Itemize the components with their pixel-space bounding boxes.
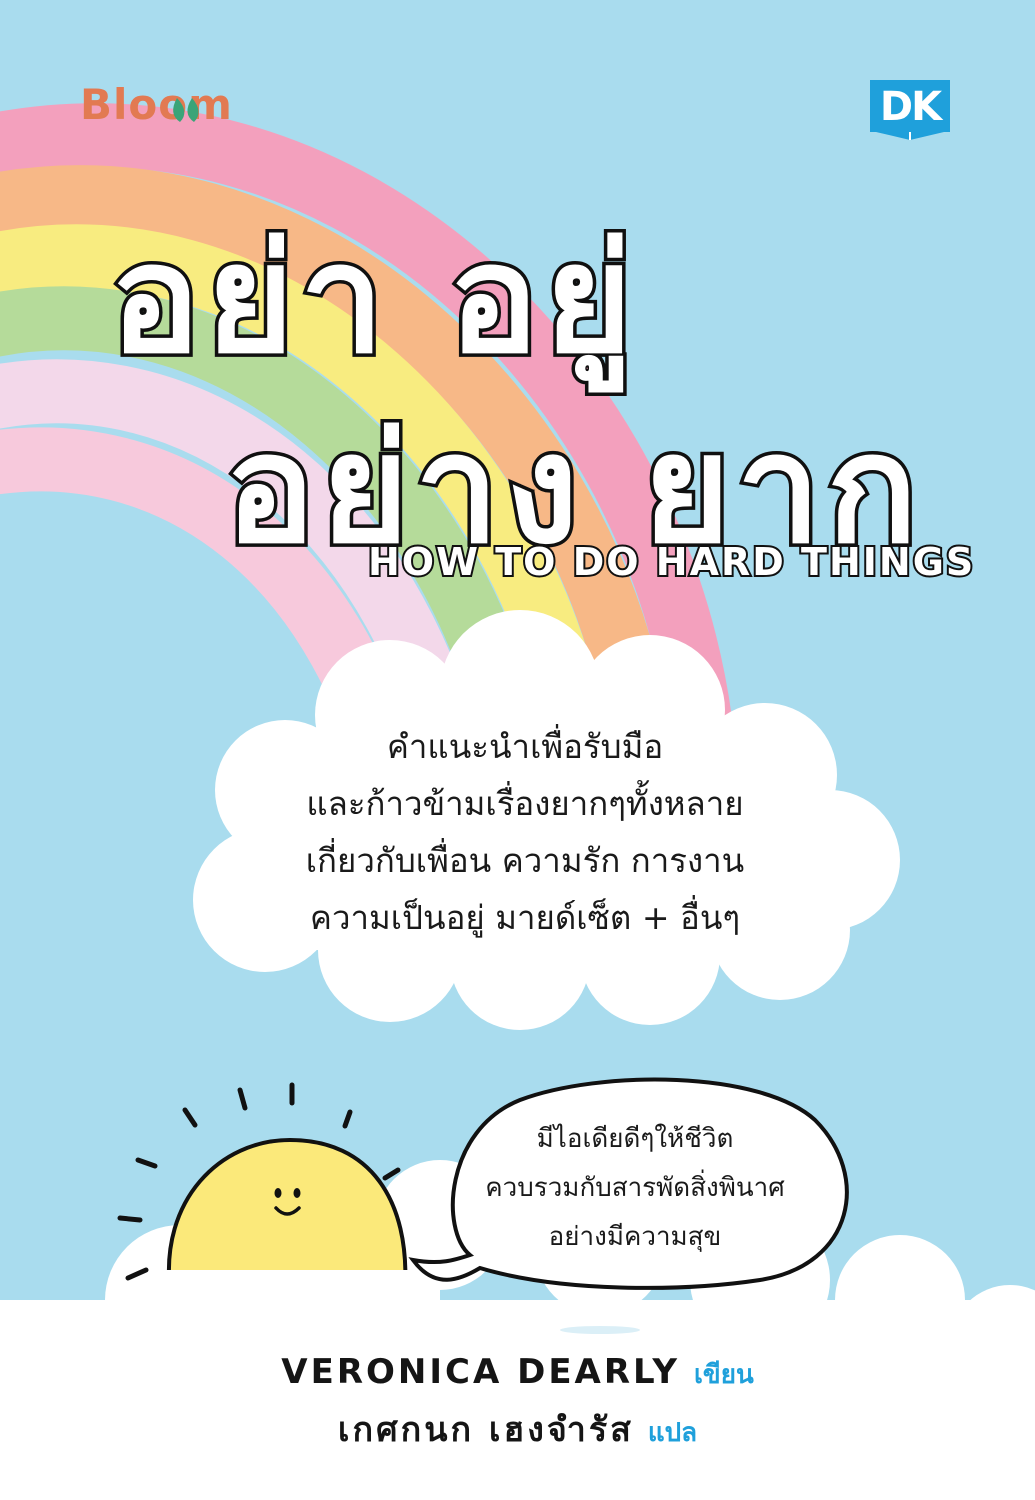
english-subtitle: HOW TO DO HARD THINGS (366, 538, 976, 586)
cloud-shadow (560, 1326, 640, 1334)
tagline-line: และก้าวข้ามเรื่องยากๆทั้งหลาย (306, 784, 744, 823)
dk-wordmark: DK (879, 84, 942, 130)
translator-credit: เกศกนก เฮงจำรัส แปล (0, 1402, 1035, 1456)
bloom-wordmark: Bloom (80, 80, 233, 129)
speech-bubble-text: มีไอเดียดีๆให้ชีวิต ควบรวมกับสารพัดสิ่งพ… (455, 1115, 815, 1262)
speech-line: อย่างมีความสุข (548, 1222, 722, 1252)
author-name: VERONICA DEARLY (281, 1352, 681, 1392)
tagline: คำแนะนำเพื่อรับมือ และก้าวข้ามเรื่องยากๆ… (250, 718, 800, 946)
author-credit: VERONICA DEARLY เขียน (0, 1352, 1035, 1395)
speech-line: มีไอเดียดีๆให้ชีวิต (536, 1124, 734, 1154)
tagline-line: คำแนะนำเพื่อรับมือ (386, 727, 664, 766)
book-cover: Bloom DK อย่า อยู่ อย่าง ยาก HOW TO DO H… (0, 0, 1035, 1500)
tagline-line: ความเป็นอยู่ มายด์เซ็ต + อื่นๆ (309, 898, 741, 937)
bloom-logo: Bloom (80, 80, 233, 129)
tagline-line: เกี่ยวกับเพื่อน ความรัก การงาน (305, 841, 745, 880)
dk-logo: DK (870, 80, 950, 140)
sun-character-icon (117, 1082, 440, 1330)
translator-role: แปล (647, 1418, 698, 1448)
author-role: เขียน (694, 1360, 754, 1390)
speech-line: ควบรวมกับสารพัดสิ่งพินาศ (485, 1173, 785, 1203)
translator-name: เกศกนก เฮงจำรัส (337, 1410, 634, 1450)
